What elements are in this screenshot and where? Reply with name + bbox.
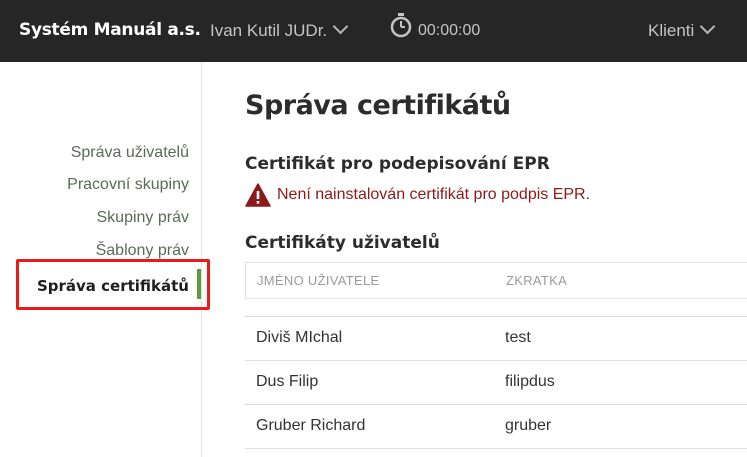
clients-menu[interactable]: Klienti	[648, 18, 716, 41]
warning-message: Není nainstalován certifikát pro podpis …	[277, 186, 591, 203]
stopwatch-icon[interactable]	[390, 12, 412, 38]
timer-display: 00:00:00	[418, 22, 481, 39]
top-navbar: Systém Manuál a.s. Ivan Kutil JUDr. 00:0…	[0, 0, 747, 62]
abbreviation-cell: filipdus	[505, 373, 555, 390]
table-row[interactable]: Gruber Richard gruber	[245, 405, 747, 449]
warning-icon	[245, 183, 271, 207]
certificates-table: JMÉNO UŽIVATELE ZKRATKA Diviš MIchal tes…	[245, 262, 747, 449]
table-spacer	[245, 299, 747, 317]
page-title: Správa certifikátů	[245, 90, 511, 121]
table-row[interactable]: Diviš MIchal test	[245, 317, 747, 361]
user-name-cell: Gruber Richard	[256, 417, 366, 434]
table-row[interactable]: Dus Filip filipdus	[245, 361, 747, 405]
users-section-title: Certifikáty uživatelů	[245, 233, 440, 253]
highlight-box	[16, 259, 210, 310]
column-header-abbreviation[interactable]: ZKRATKA	[506, 273, 567, 288]
sidebar-item-work-groups[interactable]: Pracovní skupiny	[67, 176, 189, 194]
user-name-cell: Diviš MIchal	[256, 329, 343, 346]
sidebar-item-user-management[interactable]: Správa uživatelů	[71, 144, 189, 162]
clients-label: Klienti	[648, 21, 695, 40]
chevron-down-icon	[332, 18, 349, 35]
epr-warning: Není nainstalován certifikát pro podpis …	[245, 183, 590, 207]
chevron-down-icon	[700, 18, 716, 35]
user-menu[interactable]: Ivan Kutil JUDr.	[210, 18, 349, 41]
user-name-cell: Dus Filip	[256, 373, 319, 390]
sidebar-item-permission-groups[interactable]: Skupiny práv	[97, 209, 190, 227]
brand-logo[interactable]: Systém Manuál a.s.	[19, 20, 201, 40]
epr-section-title: Certifikát pro podepisování EPR	[245, 154, 550, 174]
abbreviation-cell: test	[505, 329, 531, 346]
column-header-name[interactable]: JMÉNO UŽIVATELE	[257, 273, 379, 288]
sidebar-item-permission-templates[interactable]: Šablony práv	[96, 242, 189, 260]
abbreviation-cell: gruber	[505, 417, 552, 434]
table-header: JMÉNO UŽIVATELE ZKRATKA	[245, 262, 747, 299]
user-name: Ivan Kutil JUDr.	[210, 21, 328, 40]
